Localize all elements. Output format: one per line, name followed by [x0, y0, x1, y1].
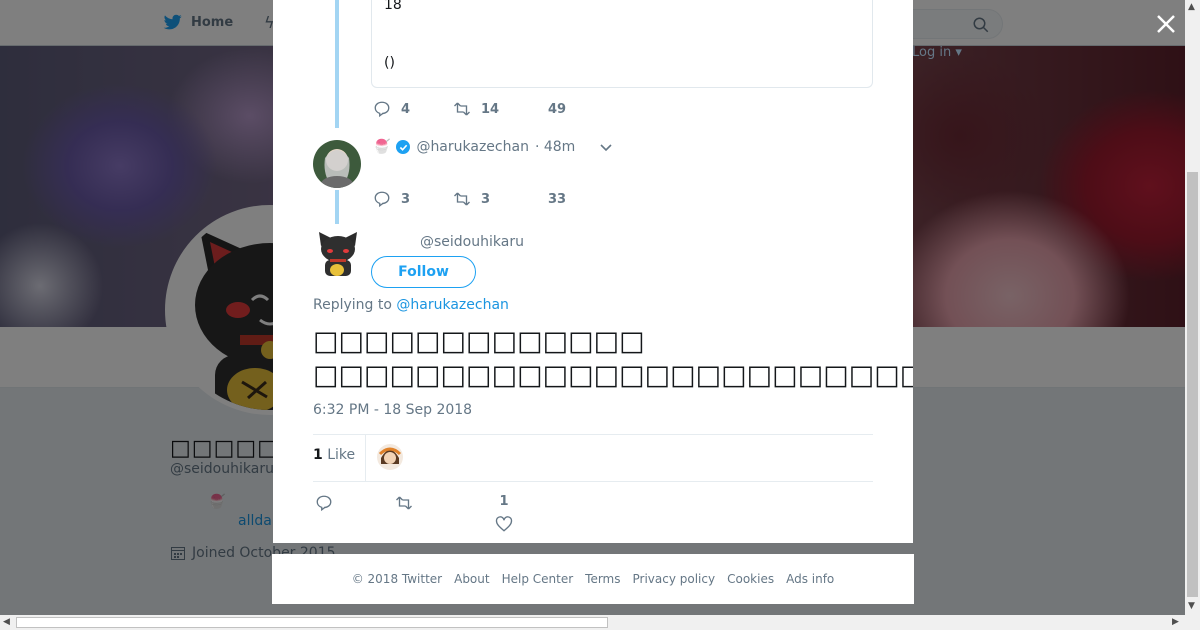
- vertical-scrollbar-thumb[interactable]: [1187, 172, 1198, 597]
- scroll-up-arrow-icon[interactable]: ▲: [1188, 2, 1195, 12]
- footer-link-terms[interactable]: Terms: [585, 572, 620, 586]
- reply-icon: [316, 495, 332, 512]
- reply-button[interactable]: [315, 494, 395, 512]
- scroll-left-arrow-icon[interactable]: ◀: [3, 617, 10, 627]
- footer-copyright: © 2018 Twitter: [351, 572, 443, 586]
- follow-button[interactable]: Follow: [371, 256, 476, 288]
- verified-badge-icon: [396, 140, 411, 154]
- like-stat-count: 1: [313, 447, 323, 463]
- tweet-timestamp[interactable]: 6:32 PM - 18 Sep 2018: [313, 402, 472, 418]
- like-stats[interactable]: 1 Like: [313, 447, 355, 463]
- horizontal-scrollbar-thumb[interactable]: [16, 617, 608, 628]
- quoted-tweet-text: 18: [384, 0, 402, 13]
- liker-avatar[interactable]: [377, 444, 403, 470]
- quoted-tweet-text: (): [384, 55, 395, 71]
- tweet-actions: 1: [315, 494, 513, 533]
- tweet-text-line: □□□□□□□□□□□□□: [313, 326, 645, 357]
- replying-to-handle-link[interactable]: @harukazechan: [396, 297, 509, 313]
- avatar[interactable]: [313, 140, 361, 188]
- replying-to-label: Replying to: [313, 297, 392, 313]
- reply-count: 4: [401, 101, 411, 117]
- scroll-down-arrow-icon[interactable]: ▼: [1188, 601, 1195, 611]
- divider: [313, 434, 873, 435]
- footer-link-cookies[interactable]: Cookies: [727, 572, 774, 586]
- footer: © 2018 Twitter About Help Center Terms P…: [272, 554, 914, 604]
- reply-count: 3: [401, 191, 411, 207]
- tweet-text: □□□□□□□□□□□□□ □□□□□□□□□□□□□□□□□□□□□□□□□□…: [313, 325, 913, 393]
- like-count: 1: [499, 494, 509, 509]
- footer-link-about[interactable]: About: [454, 572, 489, 586]
- reply-user-handle[interactable]: @harukazechan: [416, 139, 529, 155]
- reply-timestamp[interactable]: · 48m: [535, 139, 575, 155]
- tweet-actions: 3 3 33: [373, 190, 566, 208]
- chevron-down-icon[interactable]: [599, 140, 613, 154]
- thread-connector-line: [335, 0, 339, 128]
- reply-button[interactable]: 3: [373, 190, 453, 208]
- like-button[interactable]: 33: [548, 192, 566, 207]
- scroll-right-arrow-icon[interactable]: ▶: [1172, 617, 1179, 627]
- like-button[interactable]: 1: [495, 494, 513, 533]
- retweet-count: 3: [481, 191, 491, 207]
- user-avatar-image: [377, 444, 403, 470]
- login-link[interactable]: Log in ▾: [912, 45, 962, 60]
- reply-user-emoji: 🍧: [373, 139, 391, 155]
- reply-tweet-header: 🍧 @harukazechan · 48m: [373, 139, 613, 155]
- retweet-icon: [454, 102, 470, 116]
- reply-icon: [374, 191, 390, 208]
- maneki-neko-icon: [313, 228, 363, 278]
- replying-to-context: Replying to @harukazechan: [313, 297, 509, 313]
- like-stat-label: Like: [327, 447, 356, 463]
- reply-button[interactable]: 4: [373, 100, 453, 118]
- close-icon[interactable]: [1154, 12, 1178, 36]
- divider: [313, 481, 873, 482]
- user-avatar-image: [313, 140, 361, 188]
- tweet-permalink-modal: 18 () 4 14 49 🍧 @harukazechan · 48m 3 3 …: [273, 0, 913, 543]
- thread-connector-line: [335, 190, 339, 224]
- retweet-icon: [454, 192, 470, 206]
- tweet-actions: 4 14 49: [373, 100, 566, 118]
- retweet-button[interactable]: [395, 494, 495, 512]
- like-count: 49: [548, 101, 567, 117]
- tweet-author-handle[interactable]: @seidouhikaru: [420, 234, 524, 250]
- like-count: 33: [548, 191, 567, 207]
- retweet-count: 14: [481, 101, 500, 117]
- avatar[interactable]: [313, 228, 363, 278]
- retweet-button[interactable]: 3: [453, 190, 548, 208]
- tweet-text-line: □□□□□□□□□□□□□□□□□□□□□□□□□□□□□□□□□□□□□□□□…: [313, 360, 913, 391]
- quoted-tweet-card[interactable]: 18 (): [371, 0, 873, 88]
- divider: [365, 435, 366, 481]
- heart-icon: [495, 516, 513, 532]
- reply-icon: [374, 101, 390, 118]
- footer-link-ads-info[interactable]: Ads info: [786, 572, 834, 586]
- like-button[interactable]: 49: [548, 102, 566, 117]
- footer-link-privacy[interactable]: Privacy policy: [633, 572, 716, 586]
- retweet-button[interactable]: 14: [453, 100, 548, 118]
- retweet-icon: [396, 496, 412, 510]
- footer-link-help-center[interactable]: Help Center: [502, 572, 574, 586]
